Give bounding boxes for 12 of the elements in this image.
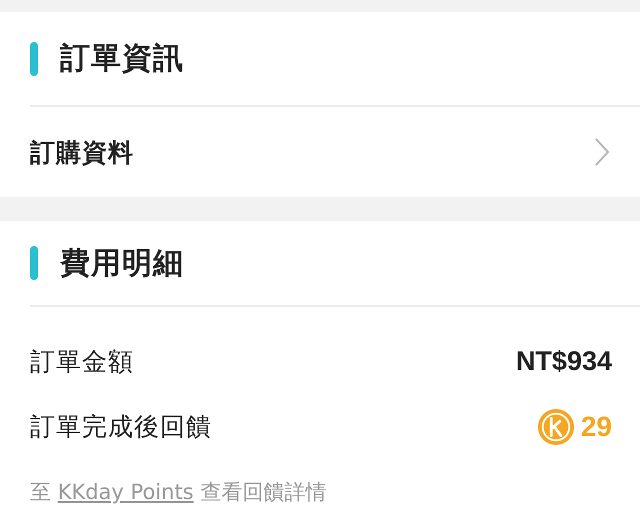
section-title: 訂單資訊 (60, 40, 184, 78)
accent-bar (30, 246, 38, 280)
order-info-row[interactable]: 訂購資料 (30, 107, 612, 197)
chevron-icon (594, 137, 610, 167)
accent-bar (30, 42, 38, 76)
row-label: 訂單完成後回饋 (30, 411, 212, 443)
points-note: 至 KKday Points 查看回饋詳情 (30, 478, 328, 506)
coin-icon (536, 408, 575, 446)
section-title: 費用明細 (60, 244, 184, 282)
row-label: 訂單金額 (30, 346, 134, 378)
amount-value: NT$934 (516, 346, 612, 377)
points-value: 29 (580, 410, 612, 442)
